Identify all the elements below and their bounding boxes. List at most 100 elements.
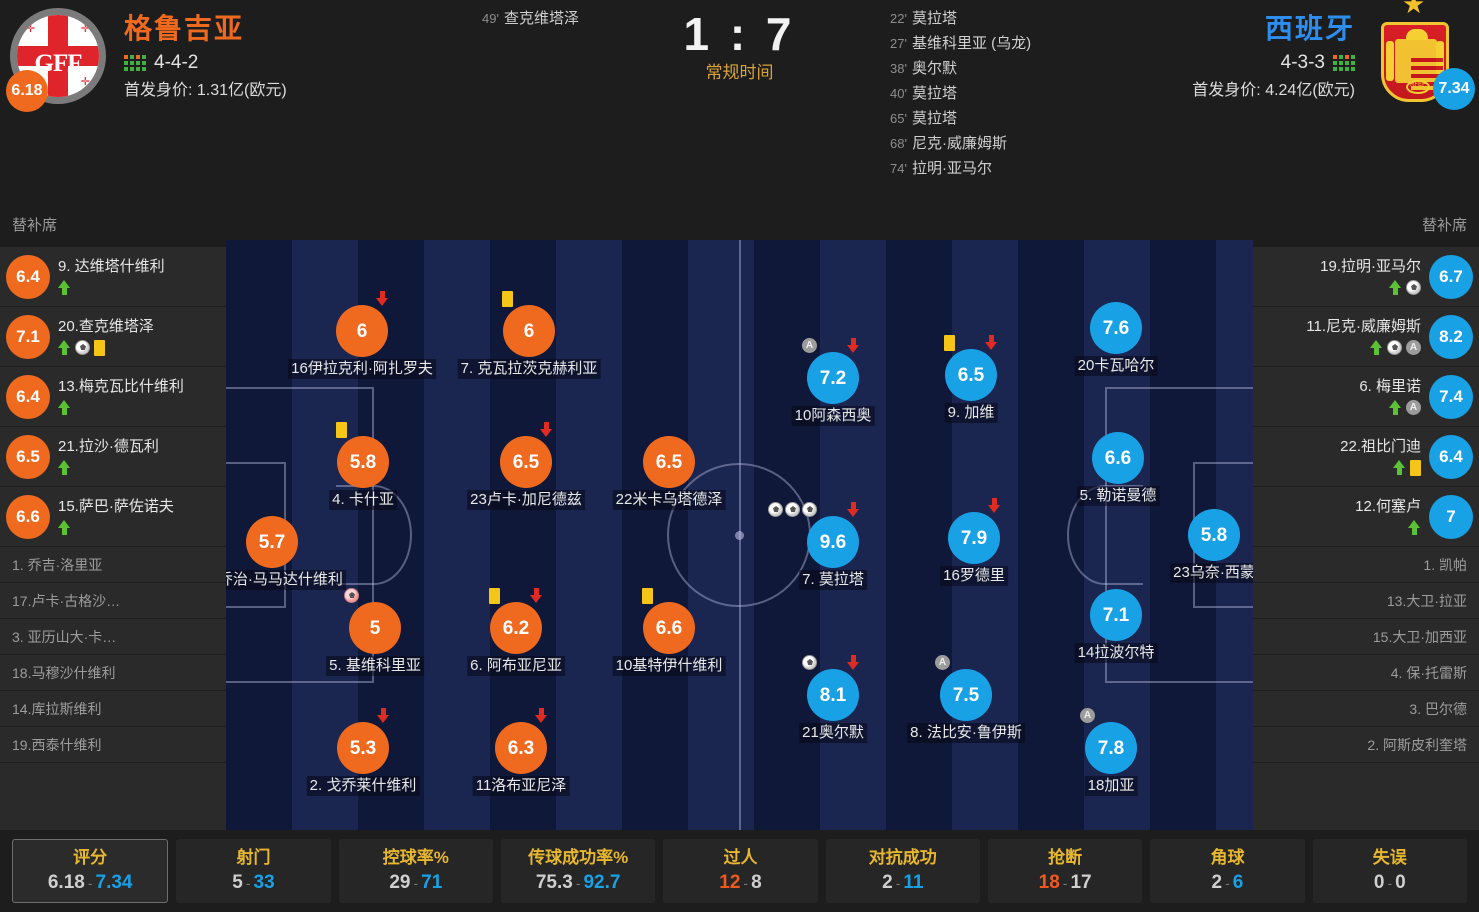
stat-separator: - [413,875,419,891]
own-goal-icon [344,588,359,603]
yellow-card-icon [502,291,513,307]
player-event-icons: A [1259,339,1421,357]
stat-label: 对抗成功 [868,848,937,867]
substitute-row[interactable]: 7.1 20.查克维塔泽 [0,307,226,367]
home-substitutes-panel[interactable]: 替补席 6.4 9. 达维塔什维利 7.1 20.查克维塔泽 6.4 13.梅克瓦比什维利… [0,205,226,830]
bench-player-row[interactable]: 13.大卫·拉亚 [1253,583,1479,619]
player-name: 6. 梅里诺 [1359,377,1421,395]
goal-entry: 49' 查克维塔泽 [239,6,579,31]
player-name: 5. 勒诺曼德 [1076,486,1160,506]
sub-out-icon [988,498,1001,513]
stat-card[interactable]: 控球率% 29-71 [338,839,493,903]
player-rating: 5.7 [246,516,298,568]
stat-values: 5-33 [232,872,274,894]
stat-label: 评分 [73,848,108,867]
stat-away-value: 0 [1395,872,1406,893]
home-squad-value: 首发身价: 1.31亿(欧元) [124,82,287,99]
sub-in-icon [58,400,71,415]
stat-card[interactable]: 射门 5-33 [176,839,331,903]
player-event-icons [1259,279,1421,297]
stat-card[interactable]: 失误 0-0 [1312,839,1467,903]
player-rating: 6.4 [6,374,50,419]
bench-player-row[interactable]: 1. 凯帕 [1253,547,1479,583]
stat-home-value: 12 [719,872,741,893]
bench-player-row[interactable]: 4. 保·托雷斯 [1253,655,1479,691]
player-name: 19.拉明·亚马尔 [1320,257,1421,275]
player-event-icons [377,708,390,723]
bench-player-row[interactable]: 2. 阿斯皮利奎塔 [1253,727,1479,763]
stat-values: 2-11 [882,872,923,894]
stat-card[interactable]: 抢断 18-17 [987,839,1143,903]
stat-home-value: 75.3 [535,872,573,893]
bench-player-row[interactable]: 15.大卫·加西亚 [1253,619,1479,655]
assist-icon: A [935,655,950,670]
player-rating: 6 [336,305,388,357]
substitute-row[interactable]: 7.4 6. 梅里诺 A [1253,367,1479,427]
bench-player-row[interactable]: 3. 亚历山大·卡… [0,619,226,655]
substitute-row[interactable]: 6.4 22.祖比门迪 [1253,427,1479,487]
player-event-icons [944,335,955,351]
away-team-block[interactable]: ★ RFEF 7.34 西班牙 4-3-3 首发身价: 4.24亿(欧元) [1178,0,1475,110]
player-event-icons [58,459,220,477]
substitute-row[interactable]: 6.6 15.萨巴·萨佐诺夫 [0,487,226,547]
away-formation-row: 4-3-3 [1192,52,1355,74]
stat-card[interactable]: 传球成功率% 75.3-92.7 [500,839,656,903]
sub-out-icon [540,422,553,437]
player-event-icons [530,588,543,603]
player-event-icons [768,502,817,517]
stat-separator: - [87,875,93,891]
player-name: 12乔治·马马达什维利 [226,570,346,590]
player-event-icons [489,588,500,604]
stat-card[interactable]: 角球 2-6 [1150,839,1305,903]
player-name: 21.拉沙·德瓦利 [58,437,159,455]
bench-player-row[interactable]: 3. 巴尔德 [1253,691,1479,727]
player-event-icons: A [802,338,817,353]
stat-values: 29-71 [389,872,442,894]
player-event-icons: A [1259,399,1421,417]
goal-icon [768,502,783,517]
player-name: 11.尼克·威廉姆斯 [1306,317,1421,335]
substitute-row[interactable]: 7 12.何塞卢 [1253,487,1479,547]
bench-player-row[interactable]: 1. 乔吉·洛里亚 [0,547,226,583]
goal-icon [1406,280,1421,295]
pitch[interactable]: 5.712乔治·马马达什维利5.84. 卡什亚55. 基维科里亚616伊拉克利·… [226,240,1253,830]
stat-card[interactable]: 对抗成功 2-11 [825,839,980,903]
home-crest-text: GFF [34,50,83,77]
stat-separator: - [743,875,749,891]
player-rating: 8.2 [1429,314,1473,359]
goal-scorer: 拉明·亚马尔 [911,160,992,177]
substitute-info: 6. 梅里诺 A [1259,377,1421,417]
away-crest-wrap: ★ RFEF 7.34 [1369,0,1475,110]
sub-out-icon [530,588,543,603]
sub-out-icon [847,502,860,517]
stat-card[interactable]: 评分 6.18-7.34 [12,839,169,903]
substitute-row[interactable]: 6.7 19.拉明·亚马尔 [1253,247,1479,307]
sub-out-icon [847,338,860,353]
stat-separator: - [245,875,251,891]
bench-player-row[interactable]: 14.库拉斯维利 [0,691,226,727]
bench-player-row[interactable]: 18.马穆沙什维利 [0,655,226,691]
stat-away-value: 8 [751,872,762,893]
substitute-row[interactable]: 8.2 11.尼克·威廉姆斯 A [1253,307,1479,367]
away-substitutes-panel[interactable]: 替补席 6.7 19.拉明·亚马尔 8.2 11.尼克·威廉姆斯 A 7.4 6. 梅里诺 A… [1253,205,1479,830]
substitute-info: 21.拉沙·德瓦利 [58,437,220,477]
match-stats-bar[interactable]: 评分 6.18-7.34 射门 5-33 控球率% 29-71 传球成功率% 75.3-92.… [0,830,1479,912]
player-name: 21奥尔默 [799,723,867,743]
player-event-icons [376,291,389,306]
stat-card[interactable]: 过人 12-8 [663,839,818,903]
player-rating: 6.7 [1429,254,1473,299]
substitute-row[interactable]: 6.5 21.拉沙·德瓦利 [0,427,226,487]
substitute-row[interactable]: 6.4 9. 达维塔什维利 [0,247,226,307]
goal-entry: 65' 莫拉塔 [890,106,1250,131]
player-name: 11洛布亚尼泽 [472,776,570,796]
substitute-row[interactable]: 6.4 13.梅克瓦比什维利 [0,367,226,427]
stat-values: 6.18-7.34 [48,872,133,894]
player-event-icons [847,338,860,353]
stat-label: 角球 [1210,848,1245,867]
assist-icon: A [1080,708,1095,723]
player-name: 16伊拉克利·阿扎罗夫 [288,359,436,379]
sub-in-icon [1389,400,1402,415]
bench-player-row[interactable]: 17.卢卡·古格沙… [0,583,226,619]
substitute-info: 9. 达维塔什维利 [58,257,220,297]
bench-player-row[interactable]: 19.西泰什维利 [0,727,226,763]
